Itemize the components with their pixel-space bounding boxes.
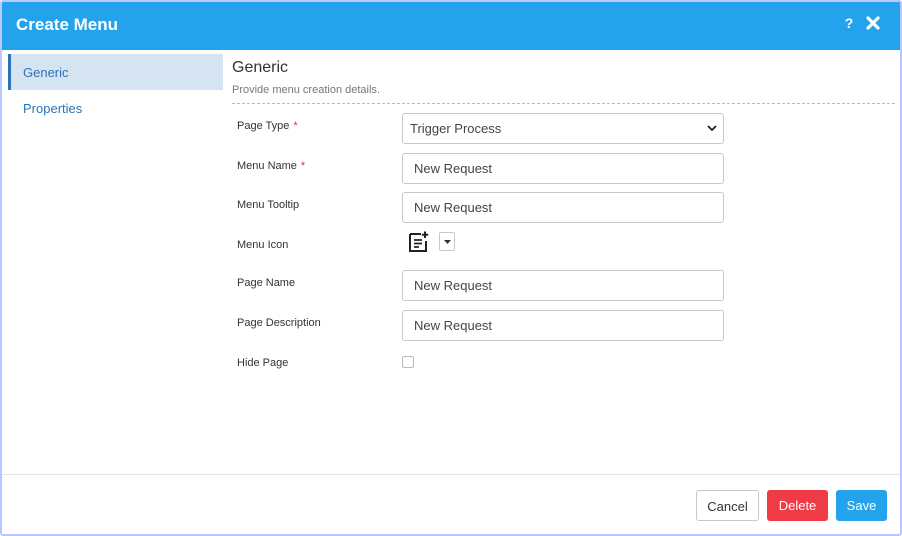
sidebar-item-generic[interactable]: Generic — [8, 54, 223, 90]
footer-divider — [2, 474, 900, 475]
menu-tooltip-input[interactable]: New Request — [402, 192, 724, 223]
required-marker: * — [300, 160, 306, 172]
create-menu-dialog: Create Menu ? Generic Properties Generic… — [0, 0, 902, 536]
menu-icon-picker[interactable] — [407, 230, 431, 254]
page-type-select[interactable]: Trigger Process — [402, 113, 724, 144]
page-type-value: Trigger Process — [410, 121, 502, 136]
page-type-label-text: Page Type — [237, 120, 290, 132]
sidebar: Generic Properties — [8, 54, 223, 474]
menu-icon-label: Menu Icon — [237, 239, 288, 251]
sidebar-item-label: Generic — [23, 65, 69, 80]
page-name-label: Page Name — [237, 277, 295, 289]
section-subtitle: Provide menu creation details. — [232, 84, 380, 96]
caret-down-icon — [444, 240, 451, 244]
menu-name-label-text: Menu Name — [237, 160, 297, 172]
section-title: Generic — [232, 59, 289, 76]
menu-tooltip-value: New Request — [414, 200, 493, 215]
save-button[interactable]: Save — [836, 490, 887, 521]
delete-button[interactable]: Delete — [767, 490, 828, 521]
page-description-label-text: Page Description — [237, 317, 321, 329]
page-name-input[interactable]: New Request — [402, 270, 724, 301]
menu-name-label: Menu Name * — [237, 160, 305, 172]
hide-page-label-text: Hide Page — [237, 357, 289, 369]
dialog-titlebar: Create Menu ? — [2, 2, 900, 50]
note-add-icon — [409, 231, 429, 252]
menu-icon-label-text: Menu Icon — [237, 239, 289, 251]
page-type-label: Page Type * — [237, 120, 298, 132]
menu-tooltip-label-text: Menu Tooltip — [237, 199, 300, 211]
page-name-label-text: Page Name — [237, 277, 296, 289]
menu-tooltip-label: Menu Tooltip — [237, 199, 299, 211]
dialog-title: Create Menu — [16, 15, 119, 34]
page-description-label: Page Description — [237, 317, 321, 329]
section-divider — [232, 103, 895, 104]
sidebar-item-properties[interactable]: Properties — [8, 90, 223, 126]
help-button[interactable]: ? — [842, 15, 856, 33]
close-icon — [866, 16, 880, 30]
menu-icon-dropdown-button[interactable] — [439, 232, 455, 251]
page-name-value: New Request — [414, 278, 493, 293]
required-marker: * — [293, 120, 298, 132]
menu-name-input[interactable]: New Request — [402, 153, 724, 184]
sidebar-item-label: Properties — [23, 101, 83, 116]
page-description-value: New Request — [414, 318, 493, 333]
chevron-down-icon — [707, 125, 717, 132]
hide-page-label: Hide Page — [237, 357, 288, 369]
menu-name-value: New Request — [414, 161, 493, 176]
cancel-button[interactable]: Cancel — [696, 490, 759, 521]
hide-page-checkbox[interactable] — [402, 356, 414, 368]
close-button[interactable] — [866, 16, 882, 34]
page-description-input[interactable]: New Request — [402, 310, 724, 341]
